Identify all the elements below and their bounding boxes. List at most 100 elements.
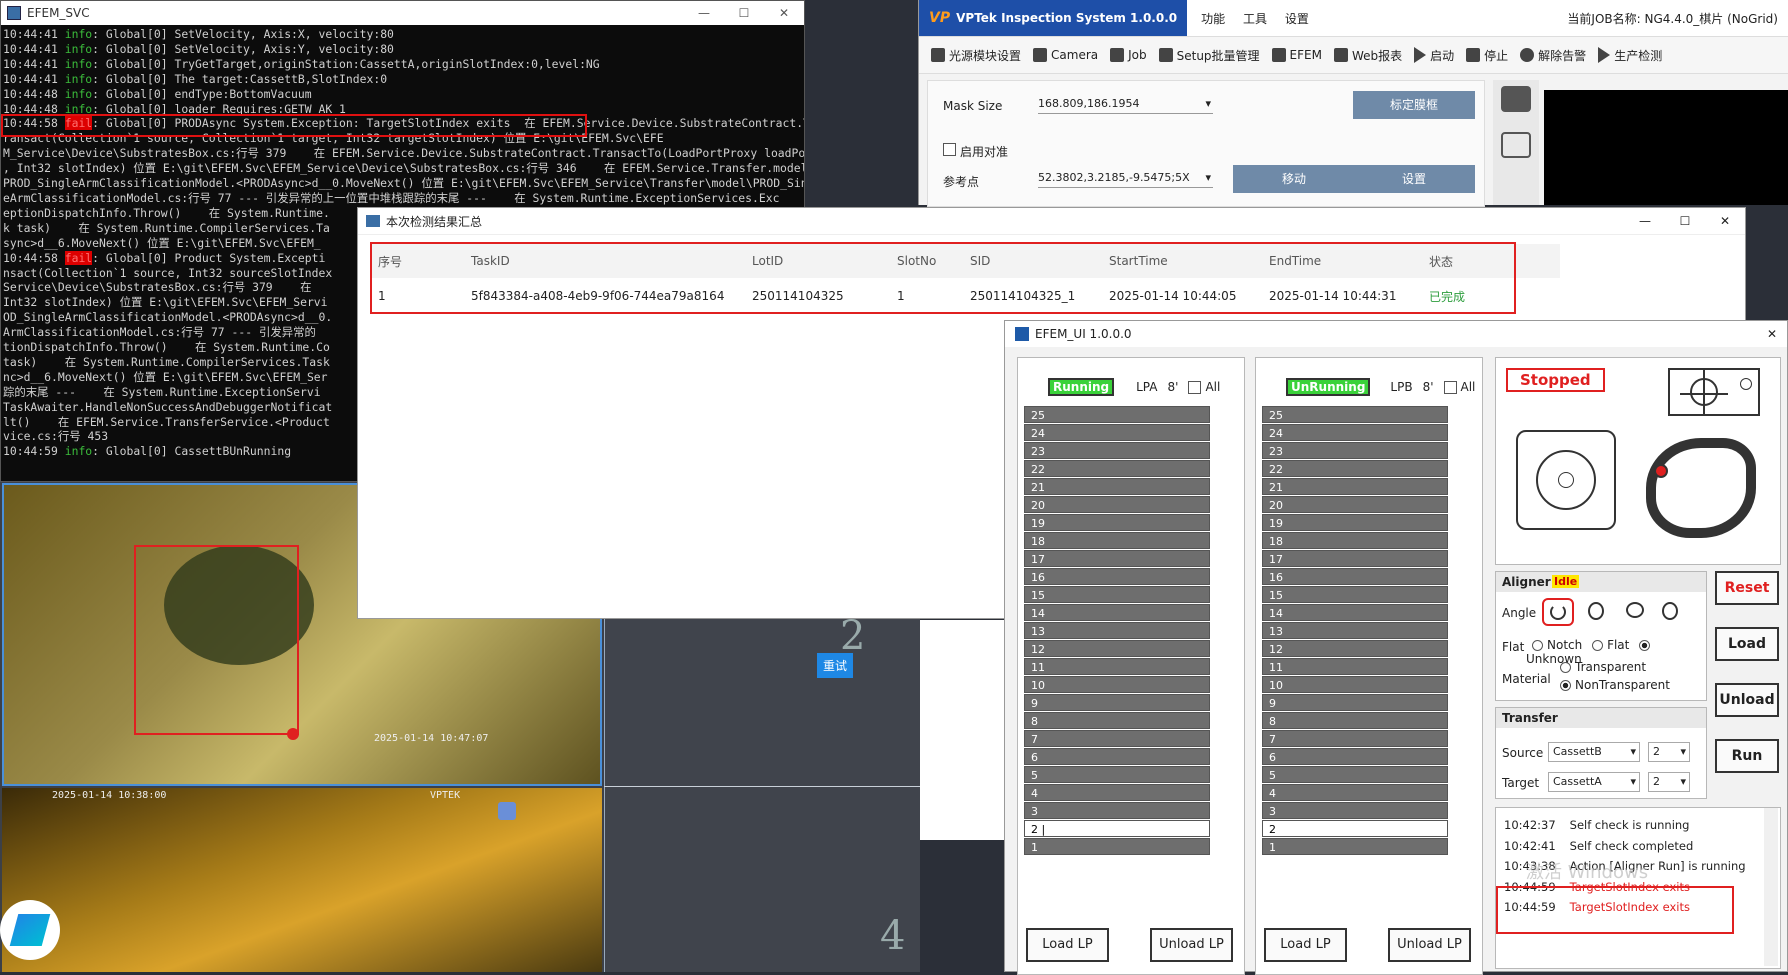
- close-button[interactable]: ✕: [1767, 327, 1777, 341]
- lpb-slot[interactable]: 7: [1262, 730, 1448, 747]
- lpa-slot[interactable]: 16: [1024, 568, 1210, 585]
- mask-size-select[interactable]: 168.809,186.1954 ▾: [1038, 95, 1213, 114]
- lpb-slot[interactable]: 3: [1262, 802, 1448, 819]
- menu-function[interactable]: 功能: [1201, 12, 1225, 26]
- source-select[interactable]: CassettB ▾: [1548, 742, 1640, 762]
- lpa-slot[interactable]: 23: [1024, 442, 1210, 459]
- lpa-slot[interactable]: 1: [1024, 838, 1210, 855]
- scrollbar[interactable]: [1764, 808, 1778, 966]
- lpa-slot[interactable]: 3: [1024, 802, 1210, 819]
- lpa-slot[interactable]: 14: [1024, 604, 1210, 621]
- radio-unknown[interactable]: [1639, 640, 1651, 651]
- retry-button[interactable]: 重试: [817, 653, 854, 678]
- lpb-slot[interactable]: 18: [1262, 532, 1448, 549]
- lpa-slot[interactable]: 2 |: [1024, 820, 1210, 837]
- lpa-slot[interactable]: 5: [1024, 766, 1210, 783]
- lpa-slot[interactable]: 24: [1024, 424, 1210, 441]
- unload-lp-button[interactable]: Unload LP: [1150, 928, 1233, 962]
- lpa-slot[interactable]: 12: [1024, 640, 1210, 657]
- angle-option-180[interactable]: [1626, 602, 1644, 618]
- event-log[interactable]: 10:42:37 Self check is running 10:42:41 Sel…: [1495, 807, 1781, 969]
- menu-settings[interactable]: 设置: [1285, 12, 1309, 26]
- toolbar-stop[interactable]: 停止: [1466, 47, 1508, 64]
- lpb-slot[interactable]: 1: [1262, 838, 1448, 855]
- maximize-button[interactable]: ☐: [1665, 214, 1705, 228]
- lpb-slot[interactable]: 2: [1262, 820, 1448, 837]
- minimize-button[interactable]: —: [684, 6, 724, 20]
- load-lp-button[interactable]: Load LP: [1026, 928, 1109, 962]
- camera-view-2[interactable]: 2025-01-14 10:38:00 VPTEK: [2, 788, 602, 972]
- lpa-slot[interactable]: 9: [1024, 694, 1210, 711]
- lpa-slot[interactable]: 11: [1024, 658, 1210, 675]
- move-button[interactable]: 移动: [1233, 165, 1355, 193]
- lpb-slot[interactable]: 5: [1262, 766, 1448, 783]
- close-button[interactable]: ✕: [764, 6, 804, 20]
- lpa-slot[interactable]: 10: [1024, 676, 1210, 693]
- radio-transparent[interactable]: Transparent: [1554, 660, 1646, 674]
- lpa-slot[interactable]: 8: [1024, 712, 1210, 729]
- lpa-slot[interactable]: 4: [1024, 784, 1210, 801]
- image-icon[interactable]: [1501, 132, 1531, 158]
- enable-align-checkbox[interactable]: 启用对准: [943, 143, 1008, 160]
- toolbar-web-report[interactable]: Web报表: [1333, 47, 1402, 64]
- select-all-checkbox[interactable]: [1443, 380, 1457, 394]
- camera-icon[interactable]: [1501, 86, 1531, 112]
- target-slot-select[interactable]: 2 ▾: [1648, 772, 1690, 792]
- lpb-slot[interactable]: 11: [1262, 658, 1448, 675]
- lpa-slot[interactable]: 7: [1024, 730, 1210, 747]
- lpb-slot[interactable]: 23: [1262, 442, 1448, 459]
- run-button[interactable]: Run: [1715, 739, 1779, 773]
- maximize-button[interactable]: ☐: [724, 6, 764, 20]
- lpa-slot[interactable]: 19: [1024, 514, 1210, 531]
- toolbar-clear-alarm[interactable]: 解除告警: [1520, 47, 1586, 64]
- lpb-slot[interactable]: 14: [1262, 604, 1448, 621]
- close-button[interactable]: ✕: [1705, 214, 1745, 228]
- angle-option-90[interactable]: [1588, 602, 1604, 620]
- lpb-slot[interactable]: 16: [1262, 568, 1448, 585]
- lpb-slot[interactable]: 13: [1262, 622, 1448, 639]
- minimize-button[interactable]: —: [1625, 214, 1665, 228]
- lpb-slot[interactable]: 10: [1262, 676, 1448, 693]
- lpb-slot[interactable]: 9: [1262, 694, 1448, 711]
- lpb-slot[interactable]: 8: [1262, 712, 1448, 729]
- lpa-slot[interactable]: 20: [1024, 496, 1210, 513]
- set-button[interactable]: 设置: [1353, 165, 1475, 193]
- lpb-slot[interactable]: 24: [1262, 424, 1448, 441]
- target-select[interactable]: CassettA ▾: [1548, 772, 1640, 792]
- load-button[interactable]: Load: [1715, 627, 1779, 661]
- lpa-slot[interactable]: 18: [1024, 532, 1210, 549]
- lpb-slot[interactable]: 19: [1262, 514, 1448, 531]
- lpa-slot[interactable]: 15: [1024, 586, 1210, 603]
- lpa-slot[interactable]: 25: [1024, 406, 1210, 423]
- reset-button[interactable]: Reset: [1715, 571, 1779, 605]
- ref-point-select[interactable]: 52.3802,3.2185,-9.5475;5X ▾: [1038, 169, 1213, 188]
- lpa-slot[interactable]: 21: [1024, 478, 1210, 495]
- toolbar-start[interactable]: 启动: [1414, 47, 1454, 64]
- lpb-slot[interactable]: 17: [1262, 550, 1448, 567]
- toolbar-camera[interactable]: Camera: [1033, 48, 1098, 62]
- select-all-checkbox[interactable]: [1188, 380, 1202, 394]
- menu-tools[interactable]: 工具: [1243, 12, 1267, 26]
- lpb-slot[interactable]: 20: [1262, 496, 1448, 513]
- toolbar-production[interactable]: 生产检测: [1598, 47, 1662, 64]
- lpa-slot[interactable]: 6: [1024, 748, 1210, 765]
- lpb-slot[interactable]: 12: [1262, 640, 1448, 657]
- app-launcher-icon[interactable]: [0, 900, 60, 960]
- toolbar-job[interactable]: Job: [1110, 48, 1147, 62]
- note-icon[interactable]: [498, 802, 516, 820]
- lpa-slot[interactable]: 17: [1024, 550, 1210, 567]
- lpb-slot[interactable]: 22: [1262, 460, 1448, 477]
- toolbar-efem[interactable]: EFEM: [1271, 48, 1322, 62]
- lpa-slot[interactable]: 13: [1024, 622, 1210, 639]
- lpb-slot[interactable]: 15: [1262, 586, 1448, 603]
- lpb-slot[interactable]: 6: [1262, 748, 1448, 765]
- unload-lp-button[interactable]: Unload LP: [1388, 928, 1471, 962]
- angle-option-0[interactable]: [1542, 598, 1574, 626]
- toolbar-setup[interactable]: Setup批量管理: [1158, 47, 1260, 64]
- lpb-slot[interactable]: 25: [1262, 406, 1448, 423]
- lpb-slot[interactable]: 4: [1262, 784, 1448, 801]
- lpb-slot[interactable]: 21: [1262, 478, 1448, 495]
- source-slot-select[interactable]: 2 ▾: [1648, 742, 1690, 762]
- radio-flat[interactable]: [1592, 640, 1604, 651]
- lpa-slot[interactable]: 22: [1024, 460, 1210, 477]
